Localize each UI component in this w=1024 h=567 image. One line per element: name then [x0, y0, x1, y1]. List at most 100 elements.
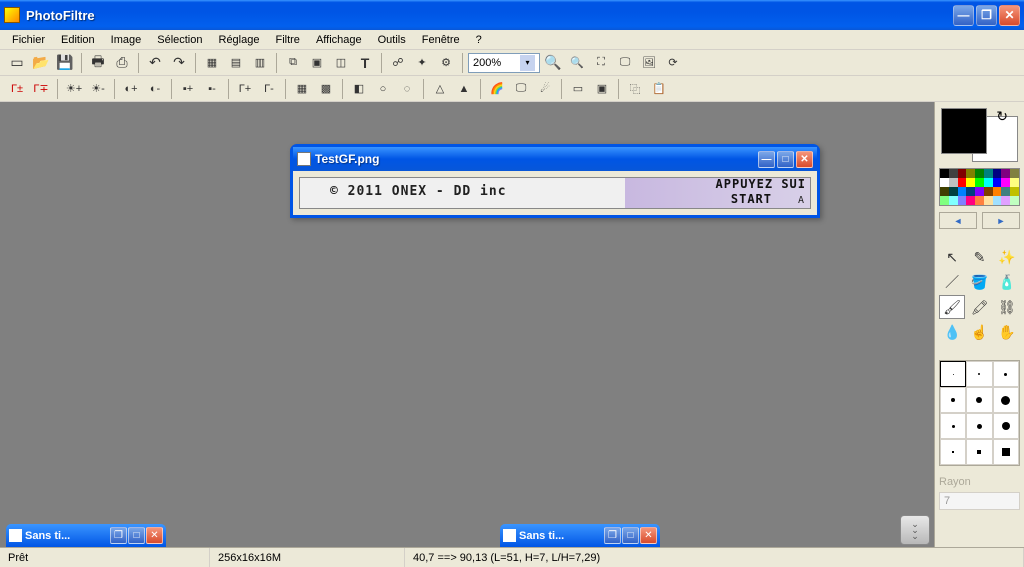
zoom-fit-button[interactable]: ⛶: [590, 52, 612, 74]
sepia-button[interactable]: ◧: [348, 78, 370, 100]
colorize-button[interactable]: 🌈: [486, 78, 508, 100]
brush-size-option[interactable]: [993, 361, 1019, 387]
brush-size-option[interactable]: [966, 439, 992, 465]
doc-minimize-button[interactable]: —: [758, 151, 775, 168]
brush-size-option[interactable]: [940, 413, 966, 439]
magic-wand-tool[interactable]: ✨: [994, 245, 1020, 269]
brush-size-option[interactable]: [940, 439, 966, 465]
window-maximize-button[interactable]: ❐: [976, 5, 997, 26]
palette-prev-button[interactable]: ◄: [939, 212, 977, 229]
photomask-button[interactable]: ▭: [567, 78, 589, 100]
palette-swatch[interactable]: [966, 187, 975, 196]
undo-button[interactable]: ↶: [144, 52, 166, 74]
palette-swatch[interactable]: [958, 178, 967, 187]
blur-button[interactable]: ○: [372, 78, 394, 100]
module-button[interactable]: ▣: [591, 78, 613, 100]
doc-maximize-button[interactable]: □: [622, 527, 639, 544]
rgb-button[interactable]: ▦: [201, 52, 223, 74]
brush-size-option[interactable]: [966, 361, 992, 387]
explorer-button[interactable]: 🖼: [638, 52, 660, 74]
palette-swatch[interactable]: [1001, 187, 1010, 196]
rayon-input[interactable]: [939, 492, 1020, 510]
palette-swatch[interactable]: [984, 196, 993, 205]
palette-swatch[interactable]: [966, 196, 975, 205]
palette-swatch[interactable]: [940, 187, 949, 196]
histogram-button[interactable]: ▦: [291, 78, 313, 100]
menu-edition[interactable]: Edition: [53, 32, 103, 48]
print-button[interactable]: 🖶: [87, 52, 109, 74]
eyedropper-tool[interactable]: ✎: [966, 245, 992, 269]
brush-tool[interactable]: 🖌: [939, 295, 965, 319]
menu-help[interactable]: ?: [468, 32, 490, 48]
palette-swatch[interactable]: [1001, 169, 1010, 178]
index-button[interactable]: ▥: [249, 52, 271, 74]
menu-fenetre[interactable]: Fenêtre: [414, 32, 468, 48]
open-button[interactable]: 📂: [30, 52, 52, 74]
minimized-document-1[interactable]: Sans ti... ❐ □ ✕: [6, 524, 166, 547]
brightness-plus-button[interactable]: ☀+: [63, 78, 85, 100]
window-close-button[interactable]: ✕: [999, 5, 1020, 26]
menu-selection[interactable]: Sélection: [149, 32, 210, 48]
resize-image-button[interactable]: ⧉: [282, 52, 304, 74]
palette-swatch[interactable]: [949, 187, 958, 196]
copy-button[interactable]: ⿻: [624, 78, 646, 100]
spray-tool[interactable]: 🧴: [994, 270, 1020, 294]
palette-swatch[interactable]: [984, 169, 993, 178]
sharpen-button[interactable]: △: [429, 78, 451, 100]
line-tool[interactable]: ／: [939, 270, 965, 294]
layers-button[interactable]: ☍: [387, 52, 409, 74]
effects-button[interactable]: ✦: [411, 52, 433, 74]
text-button[interactable]: T: [354, 52, 376, 74]
blur-tool[interactable]: 💧: [939, 320, 965, 344]
variation-button[interactable]: 🖵: [510, 78, 532, 100]
brightness-minus-button[interactable]: ☀-: [87, 78, 109, 100]
palette-swatch[interactable]: [958, 196, 967, 205]
palette-swatch[interactable]: [993, 196, 1002, 205]
palette-swatch[interactable]: [1010, 178, 1019, 187]
advanced-brush-tool[interactable]: 🖍: [966, 295, 992, 319]
zoom-out-button[interactable]: 🔍: [566, 52, 588, 74]
brush-size-option[interactable]: [993, 439, 1019, 465]
brush-size-option[interactable]: [993, 387, 1019, 413]
menu-filtre[interactable]: Filtre: [267, 32, 307, 48]
automate-button[interactable]: ⟳: [662, 52, 684, 74]
palette-swatch[interactable]: [1001, 196, 1010, 205]
palette-swatch[interactable]: [993, 169, 1002, 178]
palette-swatch[interactable]: [949, 169, 958, 178]
doc-maximize-button[interactable]: □: [128, 527, 145, 544]
fill-tool[interactable]: 🪣: [966, 270, 992, 294]
menu-fichier[interactable]: Fichier: [4, 32, 53, 48]
swap-colors-icon[interactable]: ↻: [996, 108, 1008, 125]
scroll-panel-button[interactable]: ⌄ ⌄ ⌄: [900, 515, 930, 545]
resize-canvas-button[interactable]: ▣: [306, 52, 328, 74]
palette-swatch[interactable]: [975, 178, 984, 187]
palette-swatch[interactable]: [949, 196, 958, 205]
palette-swatch[interactable]: [975, 187, 984, 196]
edge-button[interactable]: ▲: [453, 78, 475, 100]
doc-close-button[interactable]: ✕: [796, 151, 813, 168]
palette-swatch[interactable]: [966, 169, 975, 178]
palette-swatch[interactable]: [984, 178, 993, 187]
document-canvas[interactable]: © 2011 ONEX - DD inc APPUYEZ SUI START A: [299, 177, 811, 209]
zoom-in-button[interactable]: 🔍: [542, 52, 564, 74]
doc-close-button[interactable]: ✕: [146, 527, 163, 544]
palette-swatch[interactable]: [1010, 169, 1019, 178]
menu-affichage[interactable]: Affichage: [308, 32, 370, 48]
palette-swatch[interactable]: [966, 178, 975, 187]
menu-reglage[interactable]: Réglage: [211, 32, 268, 48]
palette-swatch[interactable]: [1010, 196, 1019, 205]
fullscreen-button[interactable]: 🖵: [614, 52, 636, 74]
brush-size-option[interactable]: [940, 387, 966, 413]
brush-size-option[interactable]: [966, 387, 992, 413]
palette-swatch[interactable]: [993, 187, 1002, 196]
doc-maximize-button[interactable]: □: [777, 151, 794, 168]
saturation-minus-button[interactable]: ▪-: [201, 78, 223, 100]
palette-swatch[interactable]: [993, 178, 1002, 187]
soften-button[interactable]: ◌: [396, 78, 418, 100]
stamp-tool[interactable]: ⛓: [994, 295, 1020, 319]
palette-swatch[interactable]: [984, 187, 993, 196]
save-button[interactable]: 💾: [54, 52, 76, 74]
palette-swatch[interactable]: [940, 196, 949, 205]
palette-swatch[interactable]: [1001, 178, 1010, 187]
palette-swatch[interactable]: [958, 187, 967, 196]
